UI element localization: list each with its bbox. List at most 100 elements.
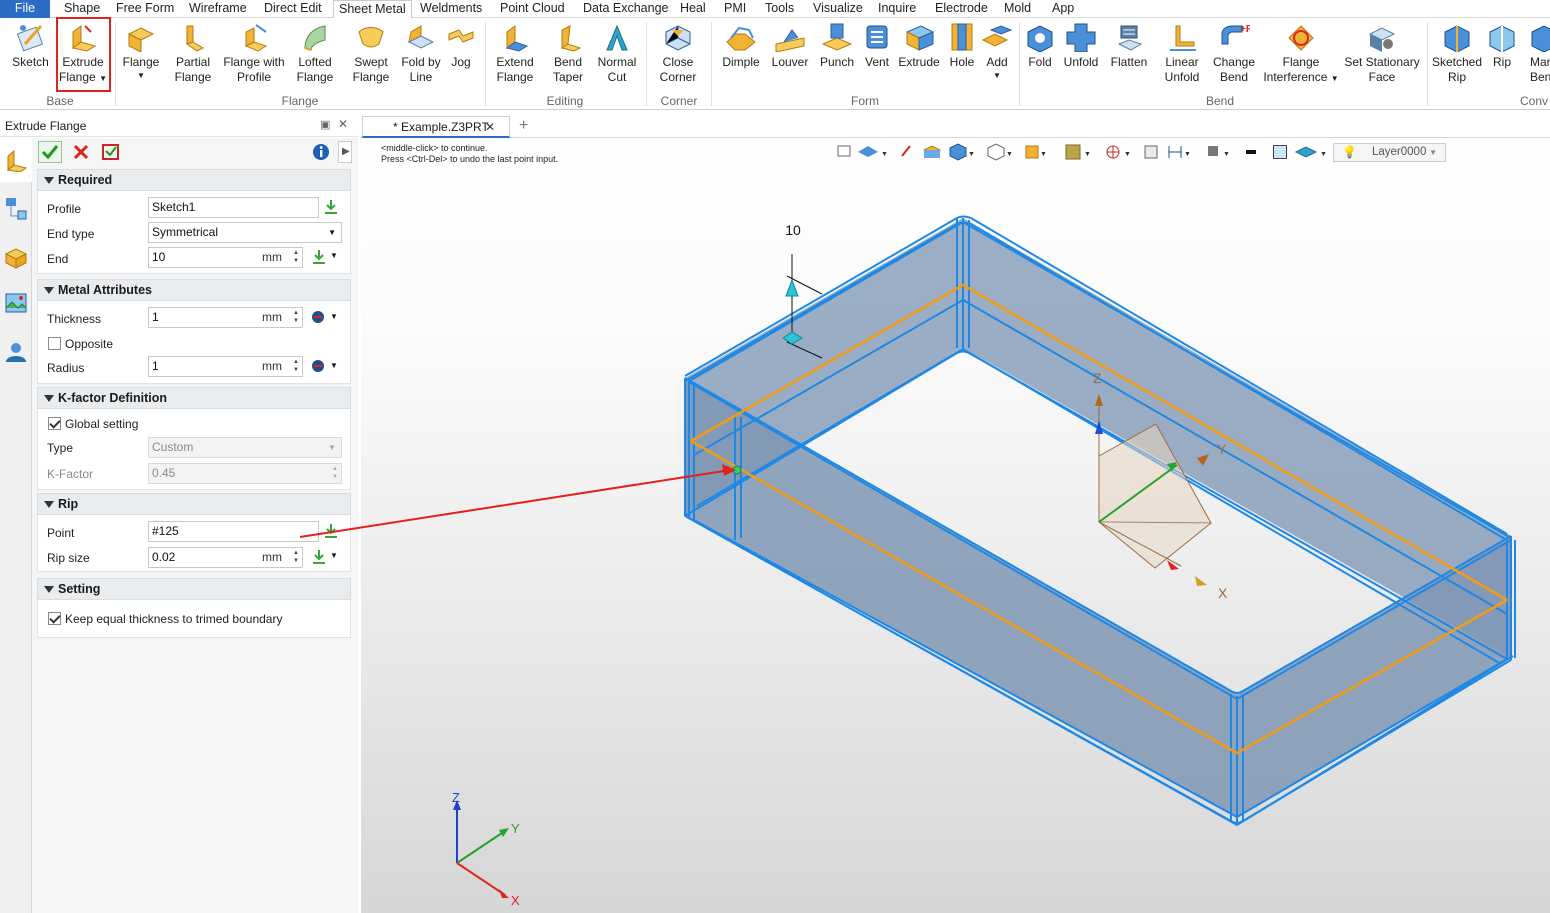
tab-electrode[interactable]: Electrode <box>935 0 988 18</box>
end-type-select[interactable]: Symmetrical ▼ <box>148 222 342 243</box>
extrude-button[interactable]: Extrude <box>896 22 942 70</box>
expand-panel-button[interactable]: ▶ <box>338 141 352 163</box>
close-corner-button[interactable]: Close Corner <box>654 22 702 85</box>
tab-wireframe[interactable]: Wireframe <box>189 0 247 18</box>
tab-weldments[interactable]: Weldments <box>420 0 482 18</box>
history-tree-icon[interactable] <box>4 196 28 220</box>
spinner-icon[interactable]: ▲ ▼ <box>293 358 299 374</box>
tab-file[interactable]: File <box>0 0 50 18</box>
add-button[interactable]: Add ▼ <box>980 22 1014 80</box>
swept-flange-button[interactable]: Swept Flange <box>346 22 396 85</box>
pick-arrow-icon[interactable] <box>310 548 328 566</box>
linear-unfold-button[interactable]: Linear Unfold <box>1158 22 1206 85</box>
flange-with-profile-button[interactable]: Flange with Profile <box>222 22 286 85</box>
tab-heal[interactable]: Heal <box>680 0 706 18</box>
tab-point-cloud[interactable]: Point Cloud <box>500 0 565 18</box>
manual-bend-button[interactable]: Mar Ben <box>1522 22 1550 85</box>
chevron-down-icon[interactable]: ▼ <box>330 551 338 560</box>
spinner-icon[interactable]: ▲ ▼ <box>293 309 299 325</box>
tab-free-form[interactable]: Free Form <box>116 0 174 18</box>
partial-flange-button[interactable]: Partial Flange <box>170 22 216 85</box>
lofted-flange-button[interactable]: Lofted Flange <box>292 22 338 85</box>
pick-arrow-icon[interactable] <box>322 198 340 216</box>
vent-button[interactable]: Vent <box>860 22 894 70</box>
sheet-metal-param-icon[interactable] <box>310 309 326 325</box>
tab-direct-edit[interactable]: Direct Edit <box>264 0 322 18</box>
jog-button[interactable]: Jog <box>444 22 478 70</box>
hole-button[interactable]: Hole <box>944 22 980 70</box>
chevron-down-icon[interactable]: ▼ <box>330 361 338 370</box>
tab-visualize[interactable]: Visualize <box>813 0 863 18</box>
louver-button[interactable]: Louver <box>768 22 812 70</box>
tab-mold[interactable]: Mold <box>1004 0 1031 18</box>
section-metal-attributes[interactable]: Metal Attributes <box>37 279 351 301</box>
orient-view-icon <box>858 146 878 157</box>
extend-flange-button[interactable]: Extend Flange <box>492 22 538 85</box>
graphics-viewport[interactable]: <middle-click> to continue. Press <Ctrl-… <box>361 138 1550 913</box>
normal-cut-button[interactable]: Normal Cut <box>594 22 640 85</box>
layer-manager-icon[interactable]: ▼ <box>1294 142 1334 162</box>
chevron-down-icon: ▼ <box>328 228 336 237</box>
model-view[interactable]: 10 Z Y X Z Y X <box>361 138 1550 913</box>
fold-by-line-button[interactable]: Fold by Line <box>399 22 443 85</box>
apply-button[interactable] <box>100 141 122 163</box>
tab-sheet-metal[interactable]: Sheet Metal <box>333 0 412 19</box>
flatten-button[interactable]: Flatten <box>1106 22 1152 70</box>
close-corner-icon <box>665 25 691 51</box>
layer-select[interactable]: 💡 Layer0000 ▼ <box>1333 143 1446 162</box>
set-stationary-face-button[interactable]: Set Stationary Face <box>1342 22 1422 85</box>
rip-size-input[interactable]: 0.02 mm ▲ ▼ <box>148 547 303 568</box>
tab-shape[interactable]: Shape <box>64 0 100 18</box>
new-tab-icon[interactable]: + <box>519 117 528 135</box>
ok-button[interactable] <box>38 141 62 163</box>
cancel-button[interactable] <box>70 141 92 163</box>
radius-input[interactable]: 1 mm ▲ ▼ <box>148 356 303 377</box>
flange-button[interactable]: Flange ▼ <box>118 22 164 80</box>
dimple-button[interactable]: Dimple <box>718 22 764 70</box>
user-icon[interactable] <box>4 340 28 364</box>
view-manager-icon[interactable] <box>4 292 28 316</box>
part-icon[interactable] <box>4 246 28 270</box>
bend-taper-button[interactable]: Bend Taper <box>546 22 590 85</box>
section-required[interactable]: Required <box>37 169 351 191</box>
end-input[interactable]: 10 mm ▲ ▼ <box>148 247 303 268</box>
close-icon[interactable]: ✕ <box>338 117 348 131</box>
document-tab[interactable]: * Example.Z3PRT ✕ <box>362 116 510 138</box>
fold-button[interactable]: Fold <box>1022 22 1058 70</box>
tab-data-exchange[interactable]: Data Exchange <box>583 0 668 18</box>
flange-interference-button[interactable]: Flange Interference ▼ <box>1262 22 1340 86</box>
point-field[interactable]: #125 <box>148 521 319 542</box>
tab-tools[interactable]: Tools <box>765 0 794 18</box>
spinner-icon[interactable]: ▲ ▼ <box>293 249 299 265</box>
global-setting-checkbox[interactable] <box>48 417 61 430</box>
tab-app[interactable]: App <box>1052 0 1074 18</box>
info-button[interactable] <box>310 141 332 163</box>
chevron-down-icon[interactable]: ▼ <box>330 251 338 260</box>
unfold-button[interactable]: Unfold <box>1060 22 1102 70</box>
section-rip[interactable]: Rip <box>37 493 351 515</box>
spinner-icon[interactable]: ▲ ▼ <box>293 549 299 565</box>
punch-button[interactable]: Punch <box>816 22 858 70</box>
pick-arrow-icon[interactable] <box>310 248 328 266</box>
kfactor-input[interactable]: 0.45 ▲ ▼ <box>148 463 342 484</box>
chevron-down-icon[interactable]: ▼ <box>330 312 338 321</box>
section-kfactor[interactable]: K-factor Definition <box>37 387 351 409</box>
type-select[interactable]: Custom ▼ <box>148 437 342 458</box>
color-swatch[interactable] <box>1273 145 1287 159</box>
sheet-metal-param-icon[interactable] <box>310 358 326 374</box>
keep-equal-checkbox[interactable] <box>48 612 61 625</box>
sketch-button[interactable]: Sketch <box>8 22 53 70</box>
change-bend-button[interactable]: +R Change Bend <box>1210 22 1258 85</box>
rip-button[interactable]: Rip <box>1485 22 1519 70</box>
pick-arrow-icon[interactable] <box>322 522 340 540</box>
opposite-checkbox[interactable] <box>48 337 61 350</box>
section-setting[interactable]: Setting <box>37 578 351 600</box>
thickness-input[interactable]: 1 mm ▲ ▼ <box>148 307 303 328</box>
manager-tab-feature[interactable] <box>0 138 32 182</box>
tab-inquire[interactable]: Inquire <box>878 0 916 18</box>
profile-field[interactable]: Sketch1 <box>148 197 319 218</box>
tab-pmi[interactable]: PMI <box>724 0 746 18</box>
pin-icon[interactable]: ▣ <box>320 118 330 131</box>
sketched-rip-button[interactable]: Sketched Rip <box>1431 22 1483 85</box>
close-icon[interactable]: ✕ <box>485 117 495 137</box>
